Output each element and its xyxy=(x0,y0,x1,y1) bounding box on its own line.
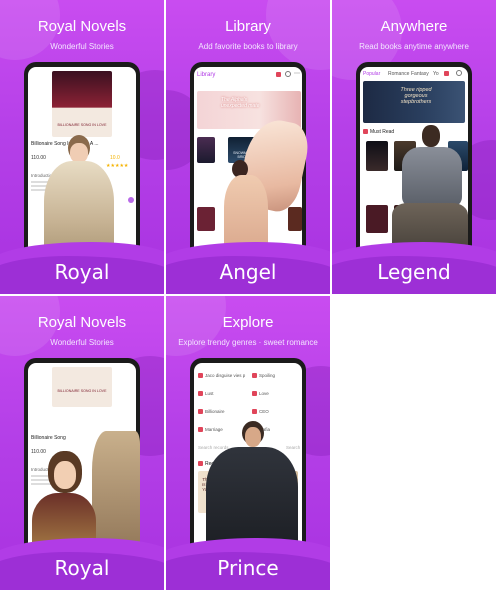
search-icon[interactable] xyxy=(456,70,462,76)
panel-title: Royal Novels xyxy=(37,18,127,35)
panel-caption: Angel xyxy=(219,260,277,284)
tab-popular[interactable]: Popular xyxy=(363,71,380,77)
panel-title: Royal Novels xyxy=(37,314,127,331)
genre-chip[interactable]: Jaco disguise vies p xyxy=(198,373,245,379)
tab-fantasy[interactable]: Fantasy xyxy=(411,71,429,77)
panel-subtitle: Add favorite books to library xyxy=(198,42,298,51)
panel-title: Library xyxy=(225,18,271,35)
genre-icon xyxy=(198,409,203,415)
genre-chip[interactable]: Spoiling xyxy=(252,373,275,379)
gift-icon[interactable] xyxy=(444,71,449,76)
book-cover[interactable]: BILLIONAIRE SONG IN LOVE xyxy=(52,71,112,137)
genre-icon xyxy=(198,391,203,397)
genre-chip[interactable]: Billionaire xyxy=(198,409,225,415)
genre-icon xyxy=(252,409,257,415)
panel-subtitle: Read books anytime anywhere xyxy=(359,42,469,51)
promo-panel-royal-2: Royal Novels Wonderful Stories BILLIONAI… xyxy=(0,296,164,590)
panel-title: Anywhere xyxy=(380,18,448,35)
gift-icon[interactable] xyxy=(276,72,281,77)
tab-romance[interactable]: Romance xyxy=(388,71,409,77)
genre-icon xyxy=(252,391,257,397)
book-cover[interactable]: BILLIONAIRE SONG IN LOVE xyxy=(52,367,112,407)
panel-caption: Legend xyxy=(377,260,451,284)
genre-icon xyxy=(252,373,257,379)
banner-text: Three ripped gorgeous stepbrothers xyxy=(400,87,432,105)
genre-chip[interactable]: CEO xyxy=(252,409,269,415)
search-icon[interactable] xyxy=(285,71,291,77)
genre-icon xyxy=(198,373,203,379)
book-cover-title: BILLIONAIRE SONG IN LOVE xyxy=(57,389,107,393)
tab-more[interactable]: Yo xyxy=(433,71,439,77)
book-cover-title: BILLIONAIRE SONG IN LOVE xyxy=(57,123,107,127)
banner-text: The Alpha's unexpected mate xyxy=(221,97,260,109)
panel-title: Explore xyxy=(222,314,274,331)
more-icon[interactable]: ⋯ xyxy=(294,71,300,77)
panel-caption: Royal xyxy=(54,260,110,284)
share-icon[interactable] xyxy=(128,197,134,203)
promo-panel-anywhere: Anywhere Read books anytime anywhere Pop… xyxy=(332,0,496,294)
promo-panel-royal-1: Royal Novels Wonderful Stories BILLIONAI… xyxy=(0,0,164,294)
panel-caption: Royal xyxy=(54,556,110,580)
genre-chip[interactable]: Love xyxy=(252,391,269,397)
genre-chip[interactable]: Lust xyxy=(198,391,214,397)
panel-caption: Prince xyxy=(217,556,279,580)
panel-subtitle: Wonderful Stories xyxy=(50,42,114,51)
library-header: Library xyxy=(197,72,216,78)
panel-subtitle: Explore trendy genres · sweet romance xyxy=(178,338,318,347)
panel-subtitle: Wonderful Stories xyxy=(50,338,114,347)
promo-panel-library: Library Add favorite books to library Li… xyxy=(166,0,330,294)
fire-icon xyxy=(363,129,368,135)
promo-panel-explore: Explore Explore trendy genres · sweet ro… xyxy=(166,296,330,590)
featured-banner[interactable]: Three ripped gorgeous stepbrothers xyxy=(363,81,465,123)
